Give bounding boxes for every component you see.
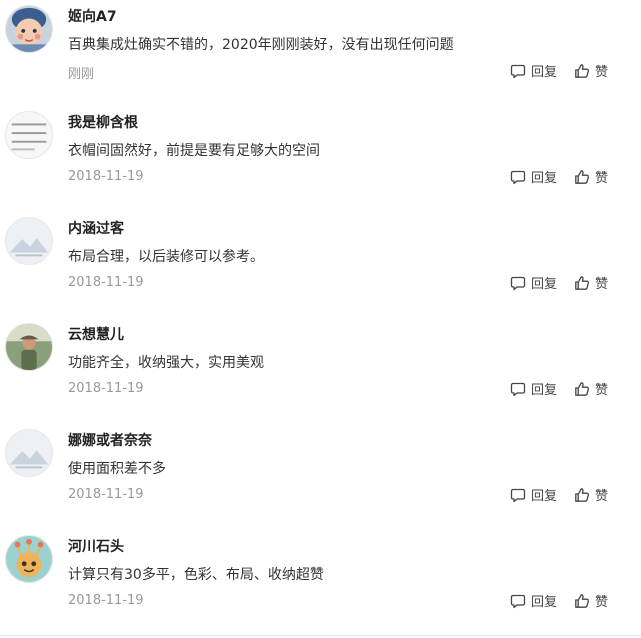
like-label: 赞: [594, 489, 608, 504]
thumbs-up-icon: [574, 381, 595, 397]
comment-item: 我是柳含根衣帽间固然好，前提是要有足够大的空间 2018-11-19 回复 赞: [0, 106, 641, 212]
comment-item: 内涵过客布局合理，以后装修可以参考。 2018-11-19 回复 赞: [0, 212, 641, 318]
reply-button[interactable]: 回复: [510, 591, 557, 610]
comment-actions: 回复 赞: [510, 61, 608, 80]
reply-label: 回复: [530, 277, 557, 292]
comment-time: 2018-11-19: [68, 487, 144, 502]
comment-time: 2018-11-19: [68, 593, 144, 608]
text-image-avatar-icon[interactable]: [5, 111, 53, 159]
like-label: 赞: [594, 383, 608, 398]
comment-text: 布局合理，以后装修可以参考。: [68, 249, 264, 265]
comment-actions: 回复 赞: [510, 379, 608, 398]
comment-time: 2018-11-19: [68, 381, 144, 396]
reply-label: 回复: [530, 383, 557, 398]
comment-text: 使用面积差不多: [68, 461, 166, 477]
reply-button[interactable]: 回复: [510, 273, 557, 292]
comment-actions: 回复 赞: [510, 167, 608, 186]
like-button[interactable]: 赞: [574, 167, 608, 186]
comment-username[interactable]: 娜娜或者奈奈: [68, 430, 152, 450]
mountain-placeholder-avatar-icon[interactable]: [5, 217, 53, 265]
comment-text: 计算只有30多平，色彩、布局、收纳超赞: [68, 567, 324, 583]
like-button[interactable]: 赞: [574, 379, 608, 398]
thumbs-up-icon: [574, 169, 595, 185]
reply-icon: [510, 63, 531, 79]
child-photo-avatar-icon[interactable]: [5, 5, 53, 53]
outdoor-photo-avatar-icon[interactable]: [5, 323, 53, 371]
reply-icon: [510, 169, 531, 185]
comment-item: 河川石头计算只有30多平，色彩、布局、收纳超赞 2018-11-19 回复 赞: [0, 530, 641, 636]
reply-icon: [510, 593, 531, 609]
mountain-placeholder-avatar-icon[interactable]: [5, 429, 53, 477]
like-button[interactable]: 赞: [574, 61, 608, 80]
reply-button[interactable]: 回复: [510, 167, 557, 186]
thumbs-up-icon: [574, 593, 595, 609]
reply-label: 回复: [530, 65, 557, 80]
comment-text: 百典集成灶确实不错的，2020年刚刚装好，没有出现任何问题: [68, 37, 454, 53]
reply-label: 回复: [530, 489, 557, 504]
reply-icon: [510, 381, 531, 397]
like-button[interactable]: 赞: [574, 485, 608, 504]
comment-text: 衣帽间固然好，前提是要有足够大的空间: [68, 143, 320, 159]
comment-time: 刚刚: [68, 67, 95, 82]
reply-icon: [510, 487, 531, 503]
reply-button[interactable]: 回复: [510, 61, 557, 80]
comment-text: 功能齐全，收纳强大，实用美观: [68, 355, 264, 371]
thumbs-up-icon: [574, 487, 595, 503]
comment-time: 2018-11-19: [68, 275, 144, 290]
like-button[interactable]: 赞: [574, 273, 608, 292]
divider: [0, 635, 641, 636]
reply-button[interactable]: 回复: [510, 379, 557, 398]
comment-item: 娜娜或者奈奈使用面积差不多 2018-11-19 回复 赞: [0, 424, 641, 530]
reply-label: 回复: [530, 595, 557, 610]
reply-icon: [510, 275, 531, 291]
like-button[interactable]: 赞: [574, 591, 608, 610]
comment-item: 云想慧儿功能齐全，收纳强大，实用美观 2018-11-19 回复 赞: [0, 318, 641, 424]
thumbs-up-icon: [574, 63, 595, 79]
like-label: 赞: [594, 277, 608, 292]
thumbs-up-icon: [574, 275, 595, 291]
reply-label: 回复: [530, 171, 557, 186]
reply-button[interactable]: 回复: [510, 485, 557, 504]
comment-actions: 回复 赞: [510, 485, 608, 504]
comment-username[interactable]: 姬向A7: [68, 6, 117, 26]
comment-actions: 回复 赞: [510, 273, 608, 292]
comment-item: 姬向A7 百典集成灶确实不错的，2020年刚刚装好，没有出现任何问题 刚刚 回复 赞: [0, 0, 641, 106]
like-label: 赞: [594, 595, 608, 610]
comment-username[interactable]: 河川石头: [68, 536, 124, 556]
comment-username[interactable]: 云想慧儿: [68, 324, 124, 344]
like-label: 赞: [594, 65, 608, 80]
comment-time: 2018-11-19: [68, 169, 144, 184]
comment-username[interactable]: 内涵过客: [68, 218, 124, 238]
comment-actions: 回复 赞: [510, 591, 608, 610]
comment-username[interactable]: 我是柳含根: [68, 112, 138, 132]
cartoon-monster-avatar-icon[interactable]: [5, 535, 53, 583]
like-label: 赞: [594, 171, 608, 186]
